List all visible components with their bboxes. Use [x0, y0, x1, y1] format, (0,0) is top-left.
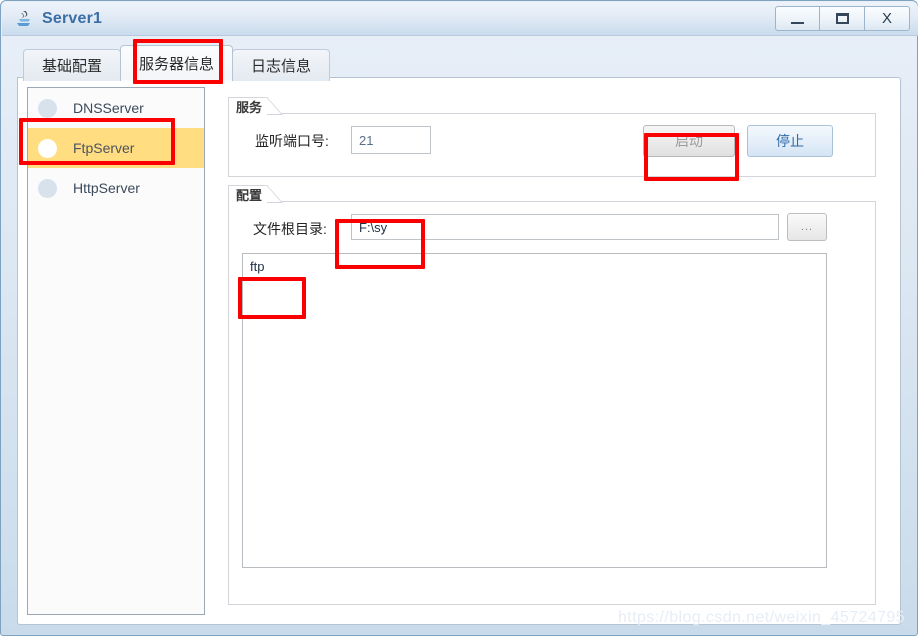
minimize-icon	[791, 21, 804, 24]
port-input[interactable]: 21	[351, 126, 431, 154]
java-app-icon	[14, 9, 34, 29]
client-area: 基础配置 服务器信息 日志信息 DNSServer FtpServer Http…	[9, 41, 909, 629]
log-textarea[interactable]: ftp	[242, 253, 827, 568]
list-item-httpserver[interactable]: HttpServer	[28, 168, 204, 208]
window-title: Server1	[42, 9, 103, 27]
service-group: 服务 监听端口号: 21 启动 停止	[228, 97, 876, 177]
tab-basic-config[interactable]: 基础配置	[23, 49, 122, 81]
status-dot-icon	[38, 178, 57, 198]
close-button[interactable]: X	[865, 6, 910, 31]
watermark-text: https://blog.csdn.net/weixin_45724795	[618, 609, 905, 626]
tab-log-info[interactable]: 日志信息	[232, 49, 331, 81]
application-window-screenshot: Server1 X 基础配置 服务器信息 日志信息 DNSServer FtpS…	[0, 0, 918, 636]
status-dot-icon	[38, 98, 57, 118]
maximize-button[interactable]	[820, 6, 865, 31]
server-detail-panel: 服务 监听端口号: 21 启动 停止 配置 文件根目录: F:\sy ... f…	[214, 87, 892, 615]
tab-panel-server-info: DNSServer FtpServer HttpServer 服务 监听端口号:…	[17, 77, 901, 625]
list-item-ftpserver[interactable]: FtpServer	[28, 128, 204, 168]
config-group: 配置 文件根目录: F:\sy ... ftp	[228, 185, 876, 605]
title-bar: Server1 X	[2, 2, 918, 36]
root-dir-input[interactable]: F:\sy	[351, 214, 779, 240]
maximize-icon	[835, 13, 849, 24]
service-group-title: 服务	[228, 97, 284, 115]
stop-button[interactable]: 停止	[747, 125, 833, 157]
config-group-body: 文件根目录: F:\sy ... ftp	[228, 201, 876, 605]
list-item-label: DNSServer	[73, 100, 144, 116]
server-list[interactable]: DNSServer FtpServer HttpServer	[27, 87, 205, 615]
status-dot-icon	[38, 138, 57, 158]
server1-window: Server1 X 基础配置 服务器信息 日志信息 DNSServer FtpS…	[0, 0, 918, 636]
browse-button[interactable]: ...	[787, 213, 827, 241]
list-item-dnsserver[interactable]: DNSServer	[28, 88, 204, 128]
tab-strip: 基础配置 服务器信息 日志信息	[23, 45, 331, 82]
port-label: 监听端口号:	[255, 133, 329, 149]
config-group-title: 配置	[228, 185, 284, 203]
tab-server-info[interactable]: 服务器信息	[120, 45, 234, 82]
root-dir-label: 文件根目录:	[253, 221, 327, 237]
service-group-body: 监听端口号: 21 启动 停止	[228, 113, 876, 177]
list-item-label: HttpServer	[73, 180, 140, 196]
start-button[interactable]: 启动	[643, 125, 735, 157]
list-item-label: FtpServer	[73, 140, 135, 156]
minimize-button[interactable]	[775, 6, 820, 31]
window-controls: X	[775, 5, 910, 32]
